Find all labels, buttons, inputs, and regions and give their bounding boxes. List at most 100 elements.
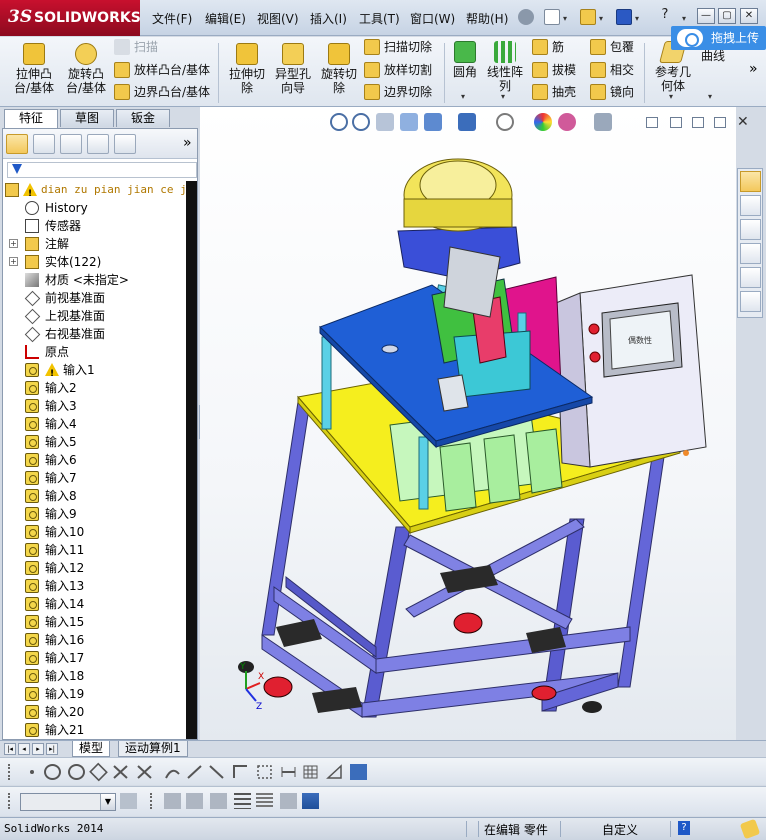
boundary-cut-button[interactable]: 边界切除: [364, 84, 432, 100]
help-icon[interactable]: ?: [678, 821, 690, 835]
tree-item[interactable]: 输入14: [3, 595, 185, 613]
tree-item[interactable]: 输入6: [3, 451, 185, 469]
first-tab-button[interactable]: |◂: [4, 743, 16, 755]
new-document-icon[interactable]: [544, 9, 560, 25]
tab-model[interactable]: 模型: [72, 741, 111, 757]
solidworks-resources-icon[interactable]: [740, 171, 761, 192]
zoom-to-fit-icon[interactable]: [330, 113, 348, 131]
line-color-icon[interactable]: [186, 793, 203, 809]
sketch-display-icon[interactable]: [302, 793, 319, 809]
tree-item[interactable]: 输入7: [3, 469, 185, 487]
next-tab-button[interactable]: ▸: [32, 743, 44, 755]
appearances-scenes-icon[interactable]: [740, 267, 761, 288]
menu-view[interactable]: 视图(V): [257, 10, 299, 27]
draft-button[interactable]: 拔模: [532, 62, 576, 78]
tree-item[interactable]: 输入21: [3, 721, 185, 739]
section-view-icon[interactable]: [400, 113, 418, 131]
fm-more-button[interactable]: »: [183, 135, 192, 151]
tree-item[interactable]: 输入9: [3, 505, 185, 523]
curves-button[interactable]: 曲线: [698, 49, 728, 63]
color-display-mode-icon[interactable]: [280, 793, 297, 809]
part-root-node[interactable]: dian zu pian jian ce ji(: [3, 181, 185, 203]
menu-file[interactable]: 文件(F): [152, 10, 192, 27]
last-tab-button[interactable]: ▸|: [46, 743, 58, 755]
edit-appearance-icon[interactable]: [534, 113, 552, 131]
new-dropdown-icon[interactable]: ▾: [563, 14, 567, 23]
open-folder-icon[interactable]: [580, 9, 596, 25]
corner-icon[interactable]: [232, 764, 249, 780]
revolved-boss-button[interactable]: 旋转凸台/基体: [62, 43, 110, 95]
pin-icon[interactable]: [518, 9, 534, 25]
circle-icon[interactable]: [44, 764, 61, 780]
menu-edit[interactable]: 编辑(E): [205, 10, 246, 27]
view-palette-icon[interactable]: [740, 243, 761, 264]
curves-dropdown-icon[interactable]: ▾: [708, 92, 712, 101]
relation-icon[interactable]: [326, 764, 343, 780]
tree-item[interactable]: + 注解: [3, 235, 185, 253]
layer-select[interactable]: ▼: [20, 793, 116, 811]
expand-icon[interactable]: +: [9, 239, 18, 248]
minimize-button[interactable]: —: [697, 8, 715, 24]
lofted-cut-button[interactable]: 放样切割: [364, 62, 432, 78]
tab-motion-study[interactable]: 运动算例1: [118, 741, 188, 757]
tree-item[interactable]: 输入4: [3, 415, 185, 433]
tree-item[interactable]: 右视基准面: [3, 325, 185, 343]
expand-icon[interactable]: +: [9, 257, 18, 266]
wrap-button[interactable]: 包覆: [590, 39, 634, 55]
hole-wizard-button[interactable]: 异型孔向导: [272, 43, 314, 95]
drag-upload-button[interactable]: 拖拽上传: [671, 26, 766, 50]
view-orientation-icon[interactable]: [424, 113, 442, 131]
tree-item[interactable]: 输入8: [3, 487, 185, 505]
hide-show-edges-icon[interactable]: [256, 793, 273, 809]
menu-tools[interactable]: 工具(T): [359, 10, 400, 27]
pattern-dropdown-icon[interactable]: ▾: [501, 92, 505, 101]
chevron-down-icon[interactable]: ▼: [100, 794, 115, 810]
close-button[interactable]: ✕: [740, 8, 758, 24]
tree-item[interactable]: 上视基准面: [3, 307, 185, 325]
tree-item[interactable]: 传感器: [3, 217, 185, 235]
tree-item[interactable]: 输入11: [3, 541, 185, 559]
fillet-sketch-icon[interactable]: [208, 764, 225, 780]
tree-item[interactable]: 输入13: [3, 577, 185, 595]
tree-item[interactable]: 输入10: [3, 523, 185, 541]
reference-dropdown-icon[interactable]: ▾: [669, 92, 673, 101]
smart-dimension-icon[interactable]: [256, 764, 273, 780]
quick-snaps-icon[interactable]: [350, 764, 367, 780]
file-explorer-icon[interactable]: [740, 219, 761, 240]
convert-entities-icon[interactable]: [136, 764, 153, 780]
graphics-area[interactable]: 偶数性 X Y Z: [200, 107, 736, 741]
grid-icon[interactable]: [302, 764, 319, 780]
quick-tips-icon[interactable]: [739, 818, 761, 840]
shell-button[interactable]: 抽壳: [532, 84, 576, 100]
tree-item[interactable]: 输入15: [3, 613, 185, 631]
help-icon[interactable]: ?: [656, 8, 674, 24]
intersect-button[interactable]: 相交: [590, 62, 634, 78]
tree-item[interactable]: 输入20: [3, 703, 185, 721]
open-dropdown-icon[interactable]: ▾: [599, 14, 603, 23]
dimxpert-tab-icon[interactable]: [87, 134, 109, 154]
property-manager-tab-icon[interactable]: [33, 134, 55, 154]
design-library-icon[interactable]: [740, 195, 761, 216]
tree-item[interactable]: 输入19: [3, 685, 185, 703]
boundary-boss-button[interactable]: 边界凸台/基体: [114, 84, 210, 100]
tree-item[interactable]: 输入18: [3, 667, 185, 685]
tab-sketch[interactable]: 草图: [60, 109, 114, 127]
prev-tab-button[interactable]: ◂: [18, 743, 30, 755]
swept-cut-button[interactable]: 扫描切除: [364, 39, 432, 55]
lofted-boss-button[interactable]: 放样凸台/基体: [114, 62, 210, 78]
line-thickness-icon[interactable]: [210, 793, 227, 809]
revolved-cut-button[interactable]: 旋转切除: [318, 43, 360, 95]
tree-item[interactable]: 输入5: [3, 433, 185, 451]
save-icon[interactable]: [616, 9, 632, 25]
tree-item[interactable]: 输入1: [3, 361, 185, 383]
tree-item[interactable]: 输入2: [3, 379, 185, 397]
feature-tree-tab-icon[interactable]: [6, 134, 28, 154]
viewport-maximize-icon[interactable]: [714, 117, 726, 128]
line-style-icon[interactable]: [234, 793, 251, 809]
tree-item[interactable]: + 实体(122): [3, 253, 185, 271]
extruded-cut-button[interactable]: 拉伸切除: [226, 43, 268, 95]
rib-button[interactable]: 筋: [532, 39, 564, 55]
offset-icon[interactable]: [164, 764, 181, 780]
menu-insert[interactable]: 插入(I): [310, 10, 347, 27]
apply-scene-icon[interactable]: [558, 113, 576, 131]
